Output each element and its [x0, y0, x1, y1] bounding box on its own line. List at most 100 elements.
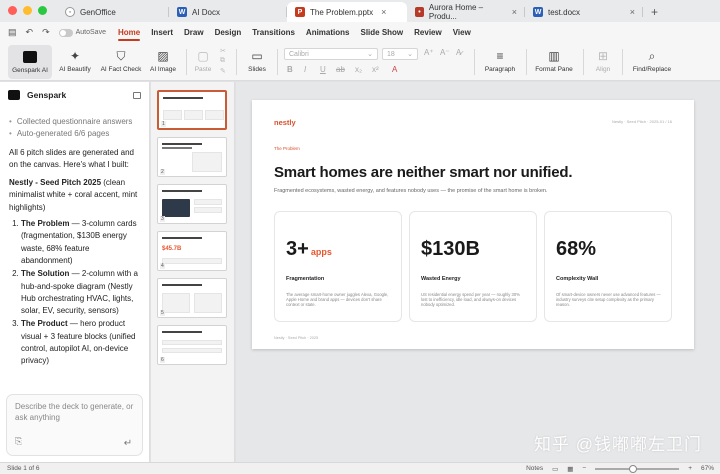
zoom-out-icon[interactable]: − — [582, 465, 586, 472]
zoom-slider[interactable] — [595, 464, 680, 473]
slide[interactable]: nestly Nestly · Seed Pitch · 2025-01 / 1… — [252, 100, 694, 349]
ai-image-button[interactable]: ▨ AI Image — [148, 46, 178, 73]
align-button[interactable]: ⊞ Align — [592, 46, 614, 73]
underline-icon[interactable]: U — [320, 65, 326, 74]
chat-input[interactable]: Describe the deck to generate, or ask an… — [6, 394, 143, 456]
tab-label: AI Docx — [192, 7, 221, 17]
thumb-title — [162, 143, 202, 145]
close-tab-icon[interactable]: × — [512, 7, 517, 17]
menu-insert[interactable]: Insert — [151, 22, 173, 43]
thumb-column — [194, 293, 222, 313]
paragraph-button[interactable]: ≡ Paragraph — [482, 46, 518, 73]
cut-icon[interactable]: ✂ — [220, 47, 226, 55]
menu-transitions[interactable]: Transitions — [252, 22, 295, 43]
word-icon: W — [533, 7, 543, 17]
slide-thumbnail[interactable]: 2 — [157, 137, 227, 177]
notes-button[interactable]: Notes — [526, 465, 543, 472]
toolbar-divider — [277, 49, 278, 75]
redo-icon[interactable]: ↷ — [42, 27, 50, 38]
tab-the-problem[interactable]: P The Problem.pptx × — [287, 2, 407, 22]
menu-review[interactable]: Review — [414, 22, 442, 43]
slide-thumbnail[interactable]: 1 — [157, 90, 227, 130]
paste-button[interactable]: ▢ Paste — [193, 46, 213, 73]
thumb-row — [162, 340, 222, 345]
status-bar: Slide 1 of 6 Notes ▭ ▦ − + 67% — [0, 462, 720, 474]
font-size-select[interactable]: 18 ⌄ — [382, 48, 418, 60]
ribbon-menu-bar: ▤ ↶ ↷ AutoSave Home Insert Draw Design T… — [0, 22, 720, 43]
normal-view-icon[interactable]: ▭ — [552, 465, 558, 473]
close-window-button[interactable] — [8, 6, 17, 15]
menu-design[interactable]: Design — [215, 22, 242, 43]
thumb-stat: $45.7B — [162, 246, 182, 252]
button-label: Align — [595, 66, 611, 73]
slide-thumbnail[interactable]: $45.7B 4 — [157, 231, 227, 271]
maximize-window-button[interactable] — [38, 6, 47, 15]
font-name-select[interactable]: Calibri ⌄ — [284, 48, 378, 60]
font-color-icon[interactable]: A — [392, 65, 397, 74]
thumb-row — [162, 348, 222, 353]
send-icon[interactable]: ↵ — [120, 436, 136, 450]
copy-icon[interactable]: ⧉ — [220, 57, 225, 65]
grid-view-icon[interactable]: ▦ — [567, 465, 573, 473]
assistant-title: Genspark — [27, 90, 67, 100]
slide-thumbnail[interactable]: 5 — [157, 278, 227, 318]
deck-title: Nestly - Seed Pitch 2025 — [9, 178, 102, 188]
slide-canvas: nestly Nestly · Seed Pitch · 2025-01 / 1… — [236, 82, 720, 462]
find-replace-button[interactable]: ⌕ Find/Replace — [631, 46, 673, 74]
slide-title[interactable]: Smart homes are neither smart nor unifie… — [274, 164, 573, 181]
menu-animations[interactable]: Animations — [306, 22, 350, 43]
stat-card[interactable]: 3+ apps Fragmentation The average smart-h… — [274, 211, 402, 322]
toolbar-divider — [583, 49, 584, 75]
thumb-subtitle — [162, 147, 192, 149]
assistant-header: Genspark — [0, 82, 149, 108]
format-pane-button[interactable]: ▥ Format Pane — [534, 46, 574, 73]
layout-icon[interactable]: ▤ — [8, 27, 17, 38]
tab-test-docx[interactable]: W test.docx × — [525, 2, 643, 22]
close-tab-icon[interactable]: × — [381, 7, 386, 17]
autosave-toggle[interactable] — [58, 28, 73, 37]
ai-beautify-button[interactable]: ✦ AI Beautify — [57, 46, 93, 73]
slides-button[interactable]: ▭ Slides — [244, 46, 270, 73]
zoom-in-icon[interactable]: + — [688, 465, 692, 472]
attach-icon[interactable]: ⎘ — [15, 436, 22, 447]
subscript-icon[interactable]: x₂ — [355, 65, 362, 74]
menu-home[interactable]: Home — [117, 22, 141, 43]
close-tab-icon[interactable]: × — [630, 7, 635, 17]
italic-icon[interactable]: I — [304, 65, 306, 74]
thumb-title — [162, 237, 202, 239]
menu-view[interactable]: View — [453, 22, 471, 43]
stat-card[interactable]: $130B Wasted Energy US residential energ… — [409, 211, 537, 322]
collapse-panel-icon[interactable] — [133, 91, 141, 99]
status-item: Auto-generated 6/6 pages — [9, 128, 141, 140]
minimize-window-button[interactable] — [23, 6, 32, 15]
thumb-product-visual — [162, 199, 190, 217]
clear-format-icon[interactable]: A̷ — [456, 48, 461, 57]
genspark-icon — [23, 47, 37, 67]
tab-aurora-home[interactable]: • Aurora Home – Produ... × — [407, 2, 525, 22]
menu-slide-show[interactable]: Slide Show — [360, 22, 403, 43]
tab-ai-docx[interactable]: W AI Docx — [169, 2, 287, 22]
genspark-ai-button[interactable]: Genspark AI — [8, 45, 52, 79]
zoom-slider-knob[interactable] — [629, 464, 638, 473]
tab-genoffice[interactable]: ◦ GenOffice — [57, 2, 169, 22]
zoom-level[interactable]: 67% — [701, 465, 714, 472]
image-icon: ▨ — [157, 49, 169, 63]
increase-font-icon[interactable]: A⁺ — [424, 48, 434, 57]
toolbar-divider — [526, 49, 527, 75]
stat-card[interactable]: 68% Complexity Wall Of smart-device owne… — [544, 211, 672, 322]
strikethrough-icon[interactable]: ab — [336, 65, 345, 74]
new-tab-icon[interactable]: + — [643, 5, 666, 22]
slide-thumbnail[interactable]: 3 — [157, 184, 227, 224]
ai-fact-check-button[interactable]: ⛉ AI Fact Check — [98, 46, 144, 74]
undo-icon[interactable]: ↶ — [26, 27, 34, 38]
slide-subtitle[interactable]: Fragmented ecosystems, wasted energy, an… — [274, 188, 548, 194]
bold-icon[interactable]: B — [287, 65, 293, 74]
web-page-icon: • — [415, 7, 424, 17]
decrease-font-icon[interactable]: A⁻ — [440, 48, 450, 57]
superscript-icon[interactable]: x² — [372, 65, 379, 74]
slide-thumbnail[interactable]: 6 — [157, 325, 227, 365]
menu-draw[interactable]: Draw — [184, 22, 204, 43]
format-painter-icon[interactable]: ✎ — [220, 67, 226, 75]
thumb-feature — [194, 199, 222, 205]
card-label: Wasted Energy — [421, 276, 461, 282]
